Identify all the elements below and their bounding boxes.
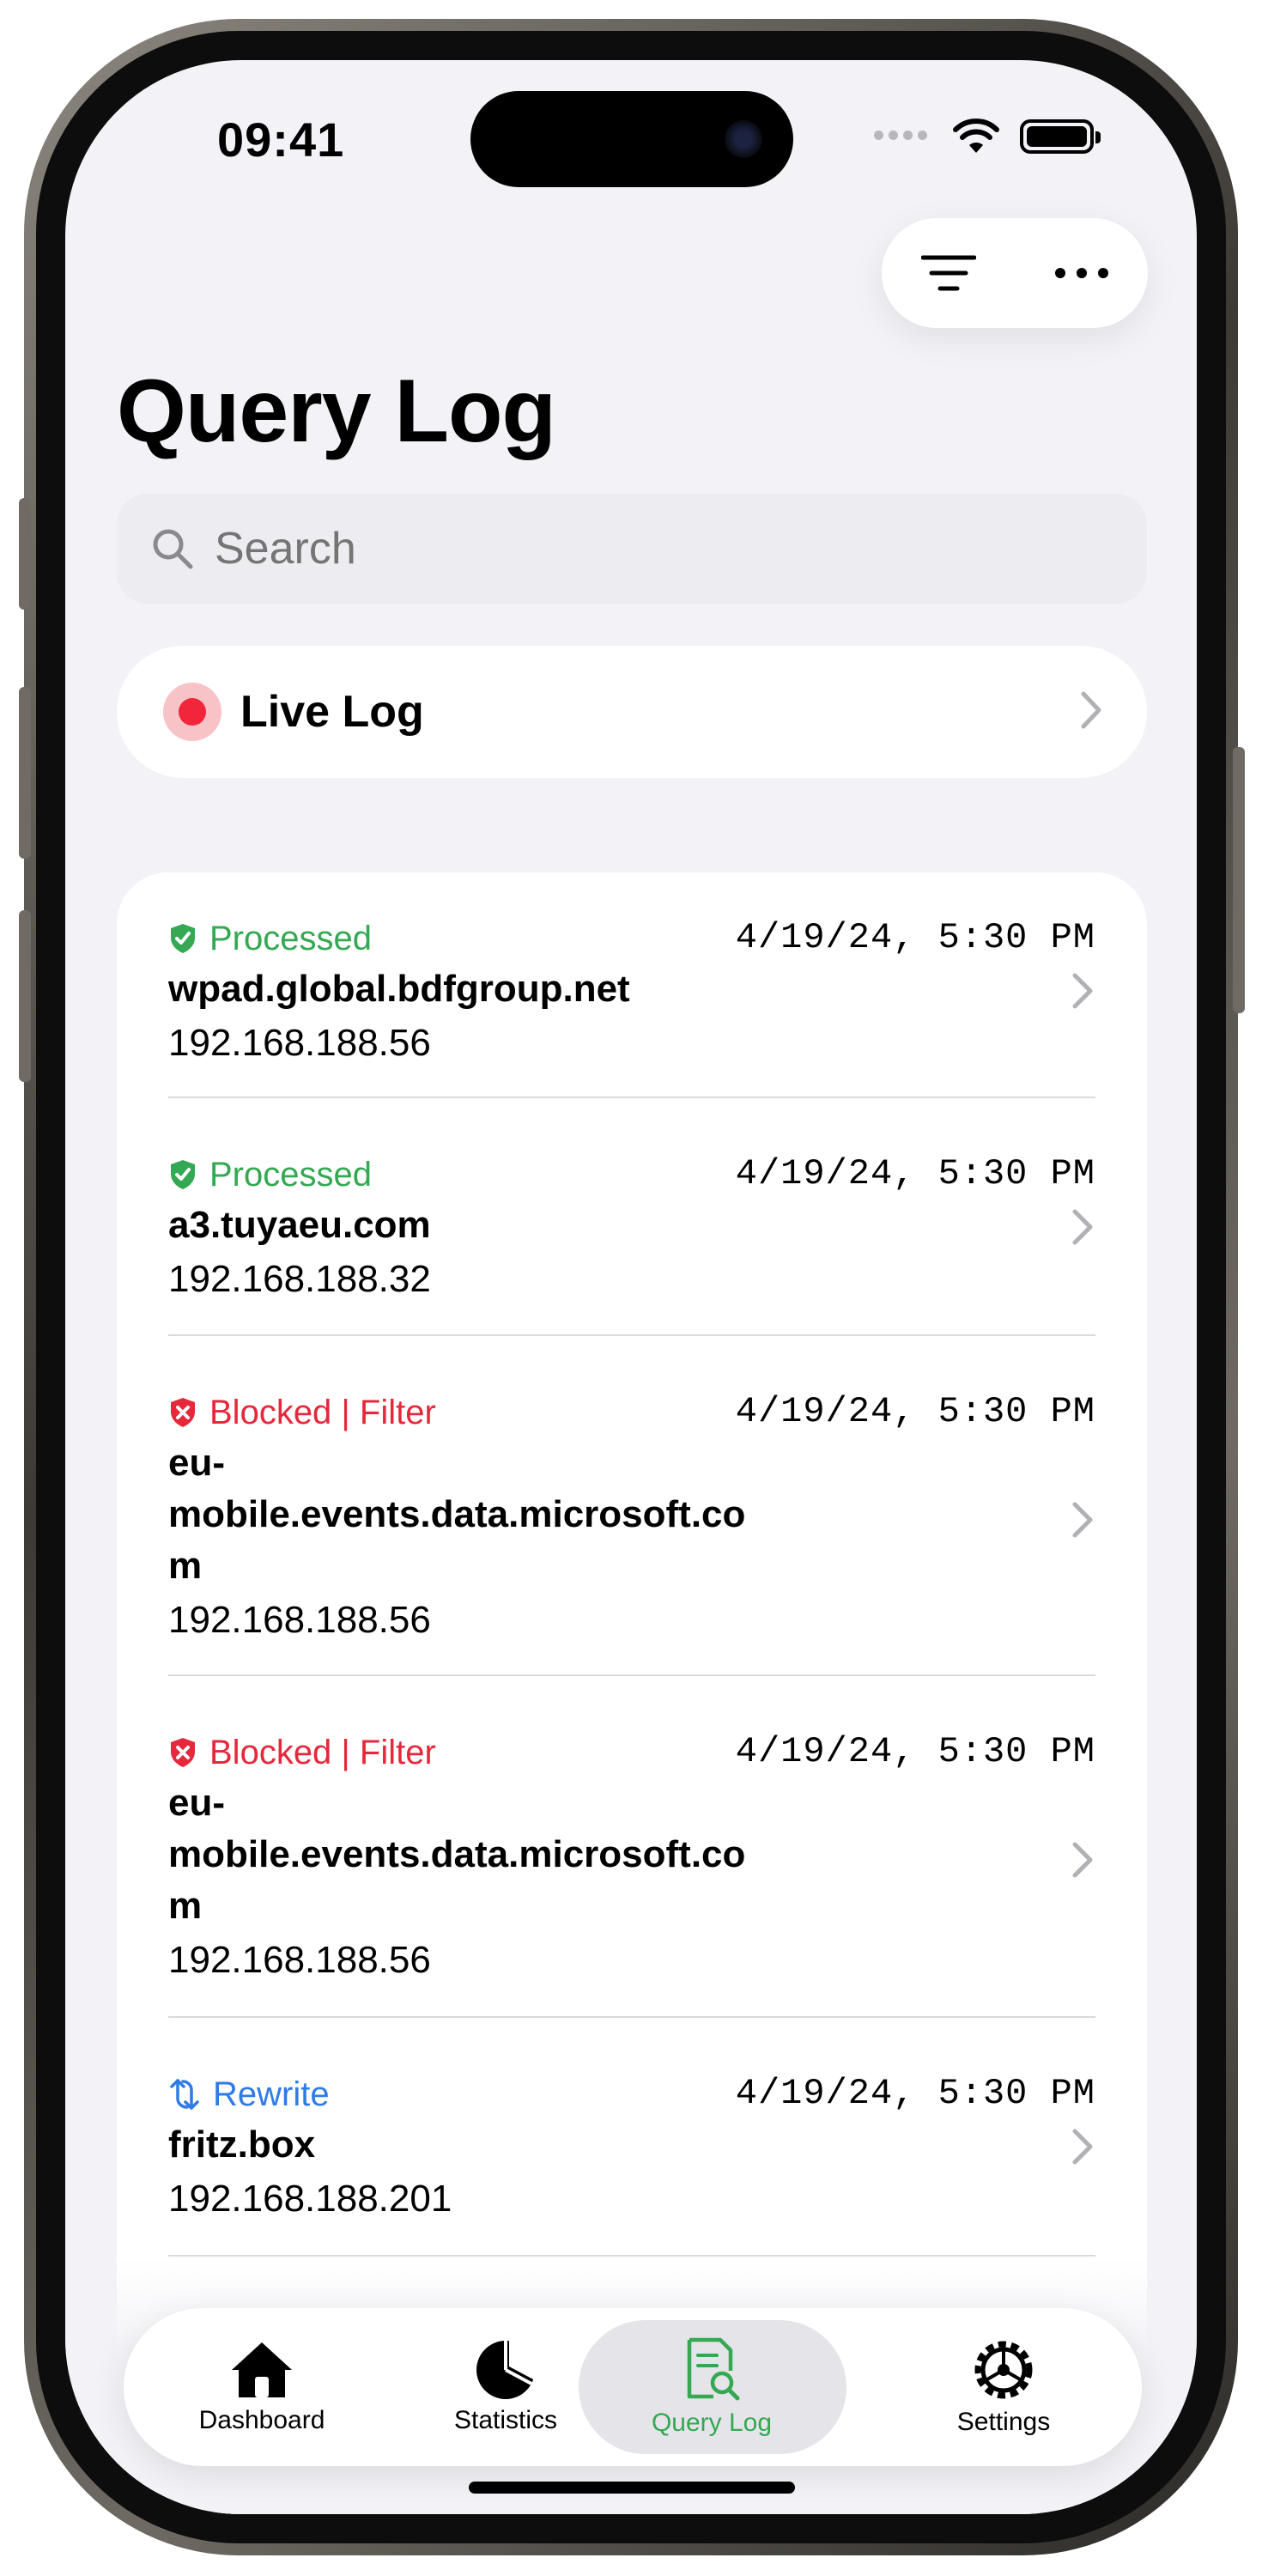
log-entry[interactable]: Blocked | Filter 4/19/24, 5:30 PM eu-mob… [168,1731,1095,1989]
battery-icon [1020,119,1101,154]
volume-down-button [19,910,31,1082]
entry-ip: 192.168.188.201 [168,2178,452,2220]
live-log-label: Live Log [240,687,424,737]
pie-chart-icon [476,2339,537,2399]
live-log-row[interactable]: Live Log [117,646,1147,778]
tab-label: Statistics [453,2406,558,2434]
chevron-right-icon [1072,1209,1093,1245]
wifi-icon [953,118,999,153]
dynamic-island [470,91,793,187]
divider [168,2255,1095,2257]
entry-status-label: Blocked | Filter [209,1393,436,1431]
log-entry[interactable]: Processed 4/19/24, 5:30 PM a3.tuyaeu.com… [168,1153,1095,1308]
live-indicator-icon [163,683,221,741]
ellipsis-icon [1054,268,1108,278]
entry-domain: eu-mobile.events.data.microsoft.com [168,1782,746,1927]
chevron-right-icon [1081,691,1101,729]
entry-domain: eu-mobile.events.data.microsoft.com [168,1442,746,1587]
entry-time: 4/19/24, 5:30 PM [735,1391,1095,1432]
tab-label: Settings [956,2408,1051,2436]
cellular-signal-icon [874,129,932,144]
filter-icon [920,255,976,291]
log-entry[interactable]: Processed 4/19/24, 5:30 PM wpad.global.b… [168,917,1095,1072]
shield-x-icon [171,1738,195,1767]
entry-time: 4/19/24, 5:30 PM [735,917,1095,958]
tab-bar: Dashboard Statistics Query Log Settings [124,2308,1142,2466]
status-indicators [874,118,1101,155]
entry-time: 4/19/24, 5:30 PM [735,2073,1095,2114]
chevron-right-icon [1072,1502,1093,1538]
camera-icon [725,120,762,158]
entry-ip: 192.168.188.56 [168,1599,431,1641]
log-entry[interactable]: Rewrite 4/19/24, 5:30 PM fritz.box 192.1… [168,2073,1095,2227]
entry-domain: fritz.box [168,2123,316,2166]
entry-status-label: Processed [209,919,372,957]
chevron-right-icon [1072,2129,1093,2165]
home-indicator [469,2482,795,2494]
entry-ip: 192.168.188.56 [168,1939,431,1981]
toolbar-pill [882,218,1148,328]
house-icon [232,2342,292,2397]
entry-domain: a3.tuyaeu.com [168,1204,431,1246]
more-button[interactable] [1030,230,1133,316]
status-time: 09:41 [217,112,345,167]
entry-status-label: Processed [209,1155,372,1194]
tab-dashboard[interactable]: Dashboard [137,2308,386,2466]
tab-query-log[interactable]: Query Log [587,2308,836,2466]
entry-ip: 192.168.188.56 [168,1022,431,1064]
rewrite-arrows-icon [170,2079,199,2110]
log-entry[interactable]: Blocked | Filter 4/19/24, 5:30 PM eu-mob… [168,1391,1095,1649]
divider [168,1097,1095,1098]
search-input[interactable] [213,522,989,575]
volume-up-button [19,687,31,859]
entry-time: 4/19/24, 5:30 PM [735,1153,1095,1194]
gear-icon [974,2341,1033,2399]
power-button [1233,747,1245,1013]
shield-x-icon [171,1398,195,1427]
entry-time: 4/19/24, 5:30 PM [735,1731,1095,1772]
page-title: Query Log [117,361,556,461]
divider [168,1334,1095,1336]
search-icon [153,529,193,569]
chevron-right-icon [1072,973,1093,1009]
chevron-right-icon [1072,1842,1093,1878]
divider [168,1674,1095,1676]
action-button [19,498,31,610]
search-bar[interactable] [117,494,1147,604]
filter-button[interactable] [897,230,1000,316]
entry-status-label: Rewrite [213,2075,330,2113]
screen: 09:41 Query Log Search Live Log Processe… [65,60,1197,2514]
tab-label: Dashboard [198,2406,325,2434]
entry-domain: wpad.global.bdfgroup.net [168,968,630,1010]
entry-ip: 192.168.188.32 [168,1258,431,1300]
tab-settings[interactable]: Settings [879,2308,1128,2466]
shield-check-icon [171,1160,195,1189]
document-search-icon [687,2337,740,2401]
entry-status-label: Blocked | Filter [209,1733,436,1771]
tab-label: Query Log [651,2409,773,2437]
shield-check-icon [171,924,195,953]
divider [168,2016,1095,2018]
